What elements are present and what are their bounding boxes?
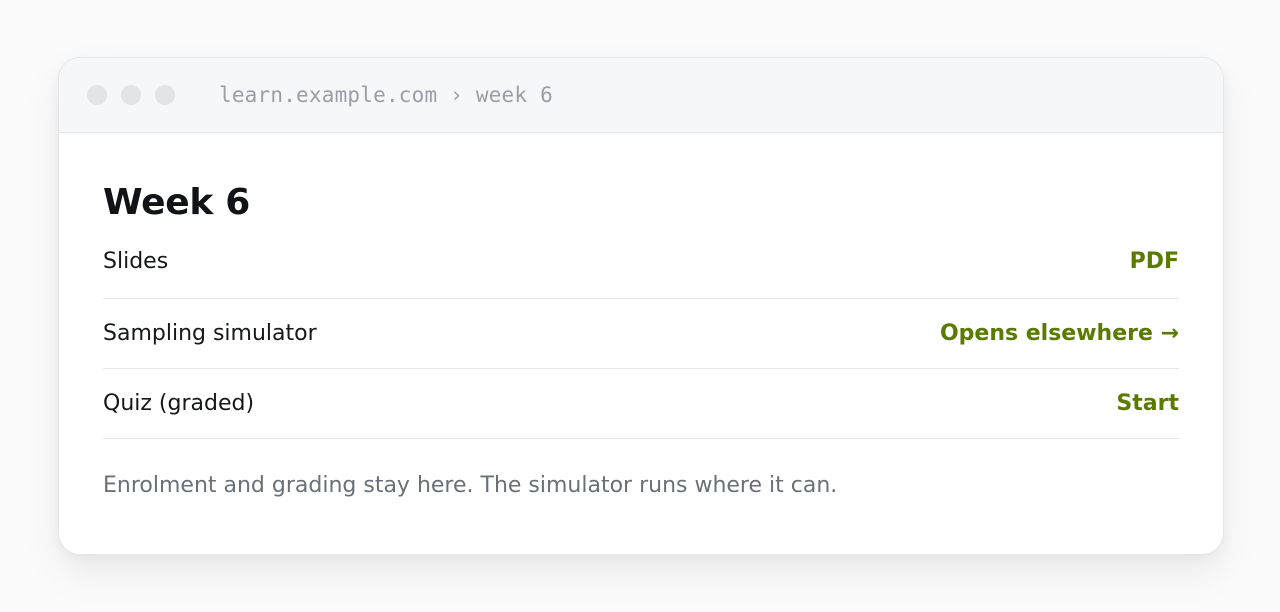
pdf-link[interactable]: PDF bbox=[1130, 249, 1179, 274]
window-close-dot[interactable] bbox=[87, 85, 107, 105]
list-item-quiz: Quiz (graded) Start bbox=[103, 369, 1179, 439]
browser-window: learn.example.com › week 6 Week 6 Slides… bbox=[58, 57, 1224, 555]
address-bar[interactable]: learn.example.com › week 6 bbox=[219, 83, 553, 107]
title-bar: learn.example.com › week 6 bbox=[59, 58, 1223, 133]
list-item-label: Quiz (graded) bbox=[103, 391, 255, 416]
window-maximize-dot[interactable] bbox=[155, 85, 175, 105]
info-note: Enrolment and grading stay here. The sim… bbox=[103, 473, 838, 498]
opens-elsewhere-link[interactable]: Opens elsewhere → bbox=[940, 321, 1179, 346]
list-item-slides: Slides PDF bbox=[103, 237, 1179, 299]
list-item-label: Slides bbox=[103, 249, 169, 274]
resource-list: Slides PDF Sampling simulator Opens else… bbox=[103, 237, 1179, 439]
page-content: Week 6 Slides PDF Sampling simulator Ope… bbox=[59, 133, 1223, 498]
list-item-sampling-simulator: Sampling simulator Opens elsewhere → bbox=[103, 299, 1179, 369]
window-minimize-dot[interactable] bbox=[121, 85, 141, 105]
page-title: Week 6 bbox=[103, 182, 250, 223]
list-item-label: Sampling simulator bbox=[103, 321, 317, 346]
start-quiz-link[interactable]: Start bbox=[1116, 391, 1179, 416]
